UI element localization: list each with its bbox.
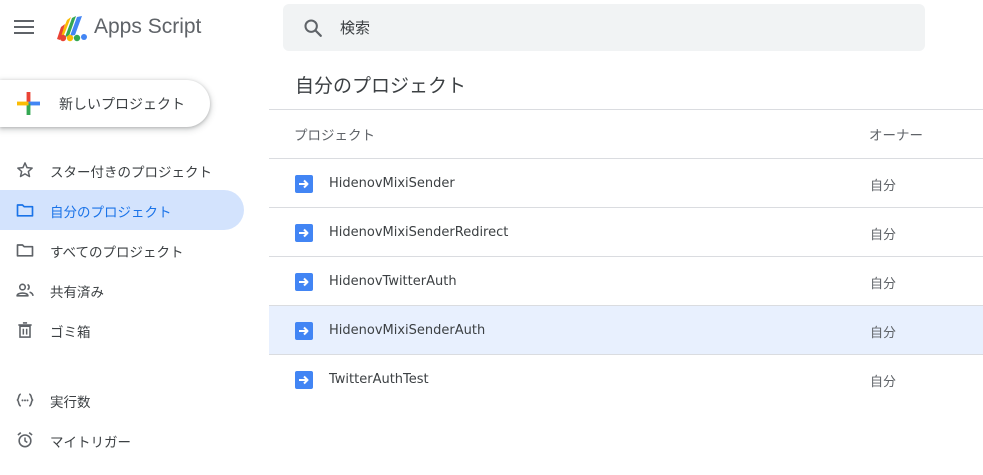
page-title: 自分のプロジェクト xyxy=(295,75,467,97)
search-icon[interactable] xyxy=(302,17,324,39)
apps-script-project-icon xyxy=(295,371,313,389)
new-project-label: 新しいプロジェクト xyxy=(59,97,185,113)
table-row[interactable]: HidenovMixiSender 自分 xyxy=(269,159,983,207)
executions-icon xyxy=(16,393,34,407)
main-menu-icon[interactable] xyxy=(13,17,35,39)
new-project-button[interactable]: 新しいプロジェクト xyxy=(0,80,210,127)
project-owner: 自分 xyxy=(870,228,897,243)
sidebar-item-executions[interactable]: 実行数 xyxy=(0,380,244,420)
sidebar-item-trash[interactable]: ゴミ箱 xyxy=(0,310,244,350)
trash-icon xyxy=(18,322,32,338)
column-header-project[interactable]: プロジェクト xyxy=(294,124,375,144)
top-bar: Apps Script xyxy=(0,0,983,56)
search-input[interactable] xyxy=(340,4,900,51)
project-owner: 自分 xyxy=(870,277,897,292)
sidebar-item-my-projects[interactable]: 自分のプロジェクト xyxy=(0,190,244,230)
apps-script-project-icon xyxy=(295,175,313,193)
folder-icon xyxy=(16,204,34,217)
apps-script-project-icon xyxy=(295,322,313,340)
plus-icon xyxy=(17,92,40,115)
project-owner: 自分 xyxy=(870,179,897,194)
apps-script-project-icon xyxy=(295,273,313,291)
table-row[interactable]: HidenovMixiSenderAuth 自分 xyxy=(269,306,983,354)
divider xyxy=(269,109,983,110)
alarm-clock-icon xyxy=(17,432,33,448)
sidebar-item-label: 実行数 xyxy=(50,395,91,411)
table-row[interactable]: TwitterAuthTest 自分 xyxy=(269,355,983,403)
sidebar-item-label: 自分のプロジェクト xyxy=(50,205,172,221)
sidebar-item-label: すべてのプロジェクト xyxy=(50,245,184,261)
column-header-owner[interactable]: オーナー xyxy=(869,124,923,144)
sidebar-item-all-projects[interactable]: すべてのプロジェクト xyxy=(0,230,244,270)
apps-script-project-icon xyxy=(295,224,313,242)
project-owner: 自分 xyxy=(870,375,897,390)
sidebar-item-shared[interactable]: 共有済み xyxy=(0,270,244,310)
search-bar[interactable] xyxy=(283,4,925,51)
sidebar-item-label: スター付きのプロジェクト xyxy=(50,165,212,181)
apps-script-logo-icon xyxy=(57,16,87,42)
sidebar-item-my-triggers[interactable]: マイトリガー xyxy=(0,420,244,460)
star-icon xyxy=(17,162,33,178)
app-title: Apps Script xyxy=(94,15,202,38)
sidebar-item-label: 共有済み xyxy=(50,285,104,301)
project-name: HidenovMixiSenderAuth xyxy=(329,323,486,338)
project-name: HidenovMixiSenderRedirect xyxy=(329,225,509,240)
project-name: HidenovMixiSender xyxy=(329,176,455,191)
folder-icon xyxy=(16,244,34,257)
project-name: TwitterAuthTest xyxy=(329,372,429,387)
sidebar-item-label: マイトリガー xyxy=(50,435,131,451)
people-icon xyxy=(16,283,34,297)
sidebar-item-starred[interactable]: スター付きのプロジェクト xyxy=(0,150,244,190)
sidebar-item-label: ゴミ箱 xyxy=(50,325,91,341)
table-row[interactable]: HidenovTwitterAuth 自分 xyxy=(269,257,983,305)
project-owner: 自分 xyxy=(870,326,897,341)
project-name: HidenovTwitterAuth xyxy=(329,274,457,289)
table-row[interactable]: HidenovMixiSenderRedirect 自分 xyxy=(269,208,983,256)
